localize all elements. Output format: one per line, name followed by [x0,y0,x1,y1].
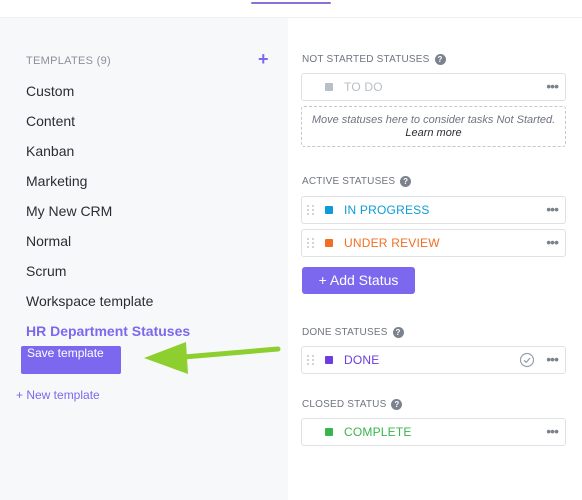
status-row-done[interactable]: DONE ••• [301,346,566,374]
template-item-content[interactable]: Content [26,113,75,129]
not-started-drop-zone[interactable]: Move statuses here to consider tasks Not… [301,106,566,147]
active-title: ACTIVE STATUSES [302,176,396,187]
status-color-swatch[interactable] [325,206,333,214]
more-options-icon[interactable]: ••• [546,79,559,93]
done-title: DONE STATUSES [302,327,388,338]
help-icon[interactable]: ? [391,399,403,410]
more-options-icon[interactable]: ••• [546,352,559,366]
add-template-icon[interactable]: + [258,49,269,69]
drop-zone-hint: Move statuses here to consider tasks Not… [311,114,556,126]
status-row-in-progress[interactable]: IN PROGRESS ••• [301,196,566,224]
annotation-arrow-icon [144,342,281,374]
template-item-custom[interactable]: Custom [26,83,74,99]
not-started-section-header: NOT STARTED STATUSES ? [302,54,446,65]
template-item-my-new-crm[interactable]: My New CRM [26,203,112,219]
learn-more-link[interactable]: Learn more [405,127,461,139]
check-circle-icon[interactable] [519,352,535,368]
more-options-icon[interactable]: ••• [546,235,559,249]
drag-handle-icon[interactable] [307,205,315,215]
status-label[interactable]: TO DO [344,80,383,94]
drag-handle-icon[interactable] [307,238,315,248]
active-section-header: ACTIVE STATUSES ? [302,176,412,187]
help-icon[interactable]: ? [392,327,404,338]
more-options-icon[interactable]: ••• [546,202,559,216]
status-color-swatch[interactable] [325,428,333,436]
active-tab-indicator [251,2,331,4]
closed-section-header: CLOSED STATUS ? [302,399,403,410]
done-section-header: DONE STATUSES ? [302,327,404,338]
more-options-icon[interactable]: ••• [546,424,559,438]
status-color-swatch[interactable] [325,356,333,364]
closed-title: CLOSED STATUS [302,399,387,410]
top-bar [0,0,582,18]
status-label[interactable]: COMPLETE [344,425,412,439]
not-started-title: NOT STARTED STATUSES [302,54,430,65]
template-item-scrum[interactable]: Scrum [26,263,66,279]
status-label[interactable]: UNDER REVIEW [344,236,440,250]
templates-header: TEMPLATES (9) [26,55,111,67]
status-label[interactable]: IN PROGRESS [344,203,430,217]
status-row-to-do[interactable]: TO DO ••• [301,73,566,101]
template-item-marketing[interactable]: Marketing [26,173,87,189]
new-template-link[interactable]: + New template [16,388,100,402]
status-row-under-review[interactable]: UNDER REVIEW ••• [301,229,566,257]
status-label[interactable]: DONE [344,353,379,367]
template-item-normal[interactable]: Normal [26,233,71,249]
help-icon[interactable]: ? [434,54,446,65]
status-color-swatch[interactable] [325,239,333,247]
help-icon[interactable]: ? [400,176,412,187]
status-row-complete[interactable]: COMPLETE ••• [301,418,566,446]
drag-handle-icon[interactable] [307,355,315,365]
template-item-workspace-template[interactable]: Workspace template [26,293,153,309]
save-template-button[interactable]: Save template [21,346,121,374]
status-color-swatch[interactable] [325,83,333,91]
template-item-kanban[interactable]: Kanban [26,143,74,159]
add-status-button[interactable]: + Add Status [302,267,415,294]
